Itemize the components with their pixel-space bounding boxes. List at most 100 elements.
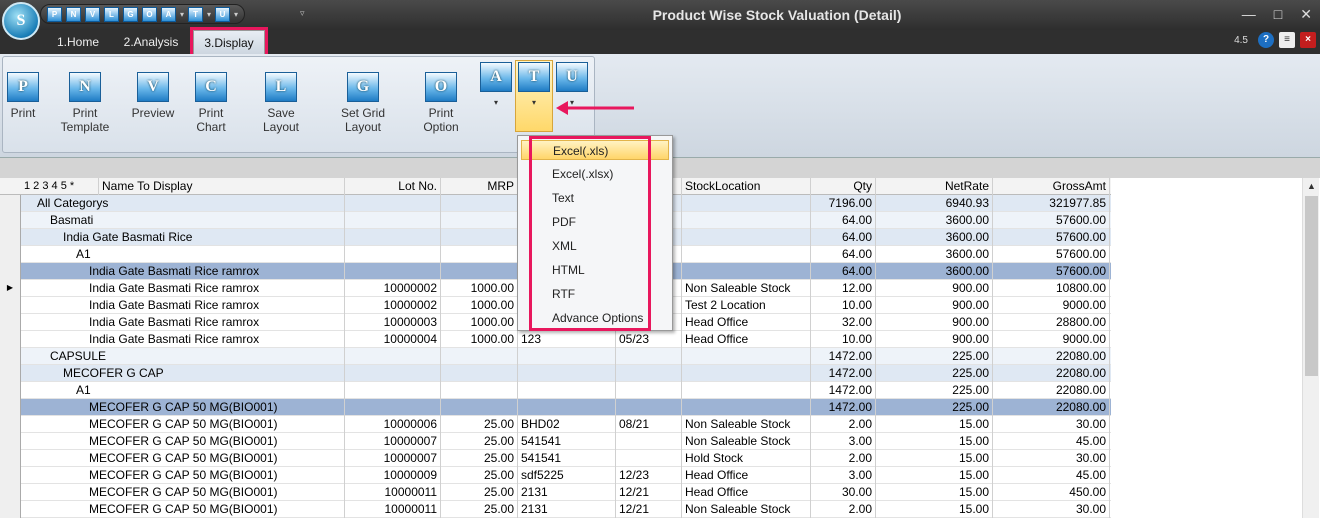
a-dropdown-button[interactable]: A ▾ (480, 62, 512, 107)
column-header-lot[interactable]: Lot No. (345, 178, 441, 195)
cell-grossamt: 30.00 (993, 501, 1110, 518)
column-header-netrate[interactable]: NetRate (876, 178, 993, 195)
cell-stock-location: Non Saleable Stock (682, 501, 811, 518)
cell-netrate: 225.00 (876, 382, 993, 399)
row-selector[interactable] (0, 484, 21, 501)
column-header-grossamt[interactable]: GrossAmt (993, 178, 1110, 195)
cell-lot: 10000011 (345, 501, 441, 518)
row-selector[interactable] (0, 433, 21, 450)
tab-home[interactable]: 1.Home (46, 30, 110, 54)
version-label: 4.5 (1234, 35, 1248, 46)
cell-batch: 2131 (518, 484, 616, 501)
cell-grossamt: 45.00 (993, 467, 1110, 484)
cell-netrate: 900.00 (876, 297, 993, 314)
tab-analysis[interactable]: 2.Analysis (115, 30, 187, 54)
help-icon[interactable]: ? (1258, 32, 1274, 48)
cell-lot (345, 399, 441, 416)
table-row[interactable]: India Gate Basmati Rice ramrox 10000004 10… (0, 331, 1111, 348)
row-selector[interactable] (0, 263, 21, 280)
cell-grossamt: 321977.85 (993, 195, 1110, 212)
cell-qty: 1472.00 (811, 348, 876, 365)
print-chart-label: Print Chart (196, 106, 226, 134)
scroll-up-icon[interactable]: ▲ (1303, 178, 1320, 195)
row-selector[interactable] (0, 348, 21, 365)
cell-name: All Categorys (21, 195, 345, 212)
row-selector[interactable] (0, 297, 21, 314)
row-selector[interactable] (0, 501, 21, 518)
table-row[interactable]: MECOFER G CAP 50 MG(BIO001) 10000009 25.00… (0, 467, 1111, 484)
column-header-name[interactable]: Name To Display (99, 178, 345, 195)
row-selector[interactable] (0, 212, 21, 229)
set-grid-layout-button[interactable]: G Set Grid Layout (323, 72, 403, 134)
cell-name: India Gate Basmati Rice ramrox (21, 297, 345, 314)
cell-mrp: 25.00 (441, 433, 518, 450)
cell-name: A1 (21, 382, 345, 399)
cell-grossamt: 30.00 (993, 416, 1110, 433)
cell-name: India Gate Basmati Rice ramrox (21, 314, 345, 331)
table-row[interactable]: CAPSULE 1472.00 225.00 22080.00 (0, 348, 1111, 365)
print-chart-button[interactable]: C Print Chart (184, 72, 238, 134)
cell-netrate: 900.00 (876, 314, 993, 331)
cell-expiry: 12/23 (616, 467, 682, 484)
column-header-mrp[interactable]: MRP (441, 178, 518, 195)
row-selector[interactable] (0, 399, 21, 416)
table-row[interactable]: MECOFER G CAP 50 MG(BIO001) 10000006 25.00… (0, 416, 1111, 433)
column-header-stock-location[interactable]: StockLocation (682, 178, 811, 195)
cell-lot: 10000009 (345, 467, 441, 484)
display-tab-highlight (190, 27, 268, 57)
cell-expiry (616, 433, 682, 450)
cell-name: India Gate Basmati Rice (21, 229, 345, 246)
level-selector[interactable]: 1 2 3 4 5 * (21, 178, 99, 195)
table-row[interactable]: MECOFER G CAP 50 MG(BIO001) 10000011 25.00… (0, 501, 1111, 518)
row-selector[interactable] (0, 416, 21, 433)
save-layout-button[interactable]: L Save Layout (248, 72, 314, 134)
cell-batch (518, 399, 616, 416)
cell-expiry (616, 365, 682, 382)
cell-qty: 2.00 (811, 416, 876, 433)
row-selector[interactable] (0, 450, 21, 467)
row-selector[interactable] (0, 229, 21, 246)
row-selector[interactable] (0, 195, 21, 212)
cell-qty: 1472.00 (811, 365, 876, 382)
cell-qty: 10.00 (811, 297, 876, 314)
cell-stock-location (682, 348, 811, 365)
maximize-button[interactable]: □ (1274, 6, 1282, 23)
table-row[interactable]: MECOFER G CAP 50 MG(BIO001) 1472.00 225.00… (0, 399, 1111, 416)
print-template-button[interactable]: N Print Template (48, 72, 122, 134)
table-row[interactable]: A1 1472.00 225.00 22080.00 (0, 382, 1111, 399)
cell-netrate: 3600.00 (876, 229, 993, 246)
exit-icon[interactable]: × (1300, 32, 1316, 48)
row-selector[interactable] (0, 382, 21, 399)
row-selector[interactable] (0, 246, 21, 263)
row-selector[interactable] (0, 365, 21, 382)
row-selector[interactable] (0, 467, 21, 484)
cell-qty: 64.00 (811, 263, 876, 280)
table-row[interactable]: MECOFER G CAP 50 MG(BIO001) 10000007 25.00… (0, 450, 1111, 467)
close-button[interactable]: ✕ (1300, 6, 1312, 23)
table-row[interactable]: MECOFER G CAP 50 MG(BIO001) 10000011 25.00… (0, 484, 1111, 501)
column-header-qty[interactable]: Qty (811, 178, 876, 195)
current-row-indicator-icon[interactable]: ▶ (0, 280, 21, 297)
app-logo[interactable]: S (2, 2, 40, 40)
cell-stock-location: Hold Stock (682, 450, 811, 467)
row-selector[interactable] (0, 331, 21, 348)
scrollbar-thumb[interactable] (1305, 196, 1318, 376)
print-icon: P (7, 72, 39, 102)
cell-batch: 2131 (518, 501, 616, 518)
cell-lot: 10000002 (345, 280, 441, 297)
cell-netrate: 15.00 (876, 450, 993, 467)
cell-lot (345, 195, 441, 212)
table-row[interactable]: MECOFER G CAP 50 MG(BIO001) 10000007 25.00… (0, 433, 1111, 450)
minimize-button[interactable]: — (1242, 6, 1256, 23)
vertical-scrollbar[interactable]: ▲ (1302, 178, 1319, 518)
row-selector[interactable] (0, 314, 21, 331)
cell-qty: 64.00 (811, 212, 876, 229)
notes-icon[interactable]: ≡ (1279, 32, 1295, 48)
chevron-down-icon: ▾ (531, 98, 536, 107)
preview-button[interactable]: V Preview (130, 72, 176, 120)
export-dropdown-button[interactable]: T ▾ (518, 62, 550, 107)
print-chart-icon: C (195, 72, 227, 102)
print-option-button[interactable]: O Print Option (410, 72, 472, 134)
print-button[interactable]: P Print (4, 72, 42, 120)
table-row[interactable]: MECOFER G CAP 1472.00 225.00 22080.00 (0, 365, 1111, 382)
